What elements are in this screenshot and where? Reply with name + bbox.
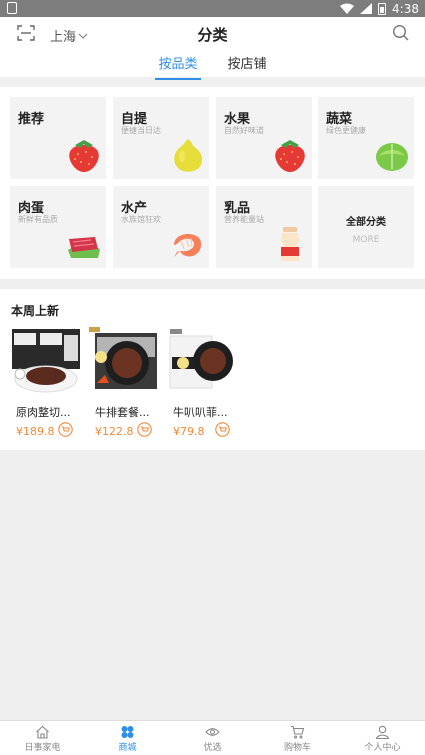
category-subtitle: 绿色更健康 <box>326 126 366 135</box>
battery-icon <box>378 2 387 15</box>
category-tile-dairy[interactable]: 乳品 营养能量站 <box>216 186 312 268</box>
product-name: 牛叭叭菲... <box>173 406 228 419</box>
meat-icon <box>68 237 100 258</box>
category-subtitle: 营养能量站 <box>224 215 264 224</box>
steak-product-image <box>12 329 80 393</box>
category-grid: 推荐 自提 便捷当日达 水果 自然好味道 蔬菜 绿色更健康 肉蛋 新鲜有品质 水… <box>0 87 425 279</box>
shrimp-icon <box>174 233 202 257</box>
tab-by-store[interactable]: 按店铺 <box>228 53 267 80</box>
signal-icon <box>360 3 373 14</box>
add-to-cart-icon[interactable] <box>58 422 73 437</box>
category-subtitle: 自然好味道 <box>224 126 264 135</box>
yogurt-drink-icon <box>281 227 299 261</box>
product-name: 牛排套餐... <box>95 406 150 419</box>
status-bar: 4:38 <box>0 0 425 17</box>
strawberry-icon <box>275 140 305 172</box>
category-name: 推荐 <box>18 112 45 127</box>
eye-icon <box>205 728 220 736</box>
nav-item-mall[interactable]: 商城 <box>85 721 170 755</box>
nav-label: 购物车 <box>283 743 311 753</box>
user-icon <box>375 725 390 739</box>
top-bar: 上海 分类 按品类 按店铺 <box>0 17 425 80</box>
nav-item-selected[interactable]: 优选 <box>170 721 255 755</box>
bottom-nav: 日事家电 商城 优选 购物车 个人中心 <box>0 720 425 755</box>
more-label: MORE <box>352 235 380 245</box>
chevron-down-icon <box>78 33 88 39</box>
nav-label: 优选 <box>203 743 222 753</box>
notification-icon <box>7 2 17 14</box>
lettuce-icon <box>376 143 408 171</box>
category-subtitle: 水族馆狂欢 <box>121 215 161 224</box>
nav-label: 日事家电 <box>24 743 61 753</box>
product-price: ¥122.8 <box>95 425 134 438</box>
steak-set-product-image <box>89 327 157 389</box>
tab-by-category[interactable]: 按品类 <box>155 53 201 80</box>
product-card[interactable]: 牛排套餐... ¥122.8 <box>89 327 161 438</box>
category-tile-pickup[interactable]: 自提 便捷当日达 <box>113 97 209 179</box>
product-price: ¥79.8 <box>173 425 205 438</box>
category-tile-all[interactable]: 全部分类 MORE <box>318 186 414 268</box>
nav-item-home[interactable]: 日事家电 <box>0 721 85 755</box>
cart-icon <box>291 725 305 739</box>
category-tile-meat-eggs[interactable]: 肉蛋 新鲜有品质 <box>10 186 106 268</box>
category-subtitle: 便捷当日达 <box>121 126 161 135</box>
category-tabs: 按品类 按店铺 <box>0 53 425 80</box>
nav-label: 商城 <box>118 743 137 753</box>
product-card[interactable]: 原肉整切... ¥189.8 <box>10 327 82 438</box>
product-name: 原肉整切... <box>16 406 71 419</box>
nav-item-profile[interactable]: 个人中心 <box>340 721 425 755</box>
fillet-steak-product-image <box>169 329 233 389</box>
product-price: ¥189.8 <box>16 425 55 438</box>
category-subtitle: 新鲜有品质 <box>18 215 58 224</box>
strawberry-icon <box>69 140 99 172</box>
city-selector[interactable]: 上海 <box>50 26 88 45</box>
nav-label: 个人中心 <box>364 743 401 753</box>
category-tile-seafood[interactable]: 水产 水族馆狂欢 <box>113 186 209 268</box>
all-categories-label: 全部分类 <box>346 217 386 228</box>
section-title: 本周上新 <box>11 304 60 318</box>
category-tile-recommend[interactable]: 推荐 <box>10 97 106 179</box>
status-time: 4:38 <box>392 1 419 16</box>
add-to-cart-icon[interactable] <box>215 422 230 437</box>
city-label: 上海 <box>50 30 77 45</box>
scan-icon[interactable] <box>17 25 35 41</box>
category-tile-vegetables[interactable]: 蔬菜 绿色更健康 <box>318 97 414 179</box>
product-card[interactable]: 牛叭叭菲... ¥79.8 <box>167 327 239 438</box>
wifi-icon <box>340 3 355 14</box>
pomelo-icon <box>174 139 203 172</box>
status-icons: 4:38 <box>340 0 419 17</box>
category-tile-fruit[interactable]: 水果 自然好味道 <box>216 97 312 179</box>
home-icon <box>36 725 49 739</box>
new-this-week-section: 本周上新 原肉整切... ¥189.8 牛排套餐... ¥122.8 牛叭叭菲.… <box>0 289 425 450</box>
add-to-cart-icon[interactable] <box>137 422 152 437</box>
mall-icon <box>121 726 134 738</box>
search-icon[interactable] <box>392 24 409 41</box>
nav-item-cart[interactable]: 购物车 <box>255 721 340 755</box>
